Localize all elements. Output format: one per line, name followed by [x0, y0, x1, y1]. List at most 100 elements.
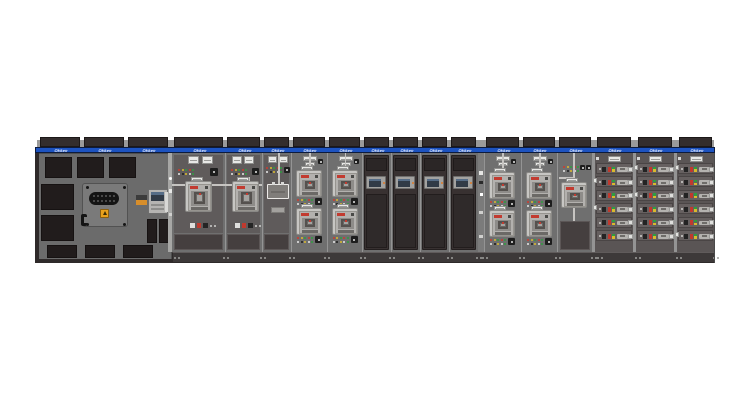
module-switch[interactable] — [643, 167, 647, 172]
module-switch[interactable] — [684, 234, 688, 239]
incomer-control-display[interactable] — [148, 189, 168, 214]
bay-lower-door[interactable] — [264, 234, 289, 250]
module-switch[interactable] — [684, 193, 688, 198]
feeder-module[interactable] — [678, 217, 713, 228]
module-switch[interactable] — [602, 167, 606, 172]
drawout-circuit-breaker[interactable] — [489, 210, 515, 237]
module-drawout-handle[interactable] — [658, 167, 669, 172]
module-drawout-handle[interactable] — [658, 194, 669, 199]
drawout-circuit-breaker[interactable] — [185, 181, 212, 212]
aux-switch-module[interactable] — [315, 198, 322, 205]
aux-switch-module[interactable] — [586, 165, 591, 170]
feeder-module[interactable] — [678, 203, 713, 214]
bay-lower-door[interactable] — [227, 234, 260, 250]
aux-switch-module[interactable] — [545, 238, 552, 245]
hmi-display[interactable] — [395, 176, 415, 189]
feeder-module[interactable] — [678, 163, 713, 174]
module-drawout-handle[interactable] — [699, 234, 710, 239]
module-drawout-handle[interactable] — [699, 180, 710, 185]
module-switch[interactable] — [602, 234, 606, 239]
aux-switch-module[interactable] — [580, 165, 585, 170]
aux-switch-module[interactable] — [354, 159, 359, 164]
control-bay-lower-door[interactable] — [395, 194, 416, 248]
module-drawout-handle[interactable] — [658, 221, 669, 226]
feeder-module[interactable] — [637, 176, 673, 187]
control-bay-lower-door[interactable] — [424, 194, 445, 248]
module-switch[interactable] — [602, 207, 606, 212]
hmi-display[interactable] — [453, 176, 473, 189]
aux-switch-module[interactable] — [210, 168, 218, 176]
bus-link-module[interactable] — [267, 184, 289, 199]
feeder-module[interactable] — [596, 203, 632, 214]
feeder-module[interactable] — [637, 190, 673, 201]
feeder-module[interactable] — [678, 176, 713, 187]
module-switch[interactable] — [643, 193, 647, 198]
drawout-circuit-breaker[interactable] — [296, 208, 322, 235]
feeder-module[interactable] — [637, 217, 673, 228]
breaker-status-dot — [502, 184, 504, 186]
module-drawout-handle[interactable] — [617, 234, 628, 239]
drawout-circuit-breaker[interactable] — [296, 170, 322, 197]
module-drawout-handle[interactable] — [617, 207, 628, 212]
feeder-module[interactable] — [637, 203, 673, 214]
module-switch[interactable] — [643, 220, 647, 225]
aux-switch-module[interactable] — [548, 159, 553, 164]
drawout-circuit-breaker[interactable] — [526, 172, 552, 199]
aux-switch-module[interactable] — [252, 168, 259, 175]
hmi-display[interactable] — [424, 176, 444, 189]
aux-switch-module[interactable] — [318, 159, 323, 164]
module-drawout-handle[interactable] — [699, 167, 710, 172]
module-drawout-handle[interactable] — [617, 194, 628, 199]
incomer-inspection-door[interactable] — [82, 183, 128, 227]
hmi-display[interactable] — [366, 176, 386, 189]
module-switch[interactable] — [602, 220, 606, 225]
feeder-module[interactable] — [596, 190, 632, 201]
module-switch[interactable] — [684, 220, 688, 225]
module-drawout-handle[interactable] — [617, 180, 628, 185]
feeder-module[interactable] — [596, 163, 632, 174]
aux-switch-module[interactable] — [511, 159, 516, 164]
module-drawout-handle[interactable] — [699, 221, 710, 226]
aux-switch-module[interactable] — [508, 200, 515, 207]
bay-lower-door[interactable] — [560, 221, 590, 250]
handle-grip — [702, 235, 707, 237]
drawout-circuit-breaker[interactable] — [332, 170, 358, 197]
module-switch[interactable] — [684, 180, 688, 185]
module-switch[interactable] — [602, 193, 606, 198]
drawout-circuit-breaker[interactable] — [489, 172, 515, 199]
control-bay-lower-door[interactable] — [366, 194, 387, 248]
aux-switch-module[interactable] — [284, 167, 290, 173]
feeder-module[interactable] — [637, 163, 673, 174]
aux-switch-module[interactable] — [351, 198, 358, 205]
module-switch[interactable] — [643, 207, 647, 212]
drawout-circuit-breaker[interactable] — [561, 182, 587, 208]
drawout-circuit-breaker[interactable] — [232, 181, 259, 212]
module-switch[interactable] — [643, 234, 647, 239]
module-drawout-handle[interactable] — [617, 167, 628, 172]
module-drawout-handle[interactable] — [617, 221, 628, 226]
aux-switch-module[interactable] — [545, 200, 552, 207]
aux-switch-module[interactable] — [508, 238, 515, 245]
aux-switch-module[interactable] — [315, 236, 322, 243]
module-drawout-handle[interactable] — [658, 180, 669, 185]
control-bay-lower-door[interactable] — [453, 194, 474, 248]
module-drawout-handle[interactable] — [658, 207, 669, 212]
drawout-circuit-breaker[interactable] — [526, 210, 552, 237]
drawout-circuit-breaker[interactable] — [332, 208, 358, 235]
feeder-module[interactable] — [596, 217, 632, 228]
feeder-module[interactable] — [637, 230, 673, 241]
feeder-module[interactable] — [678, 190, 713, 201]
feeder-module[interactable] — [678, 230, 713, 241]
module-switch[interactable] — [684, 207, 688, 212]
aux-switch-module[interactable] — [351, 236, 358, 243]
module-switch[interactable] — [684, 167, 688, 172]
feeder-module[interactable] — [596, 230, 632, 241]
feeder-module[interactable] — [596, 176, 632, 187]
module-drawout-handle[interactable] — [699, 207, 710, 212]
module-drawout-handle[interactable] — [658, 234, 669, 239]
breaker-trip-unit-dot — [351, 175, 354, 178]
module-switch[interactable] — [643, 180, 647, 185]
module-drawout-handle[interactable] — [699, 194, 710, 199]
module-switch[interactable] — [602, 180, 606, 185]
bay-lower-door[interactable] — [174, 234, 223, 250]
